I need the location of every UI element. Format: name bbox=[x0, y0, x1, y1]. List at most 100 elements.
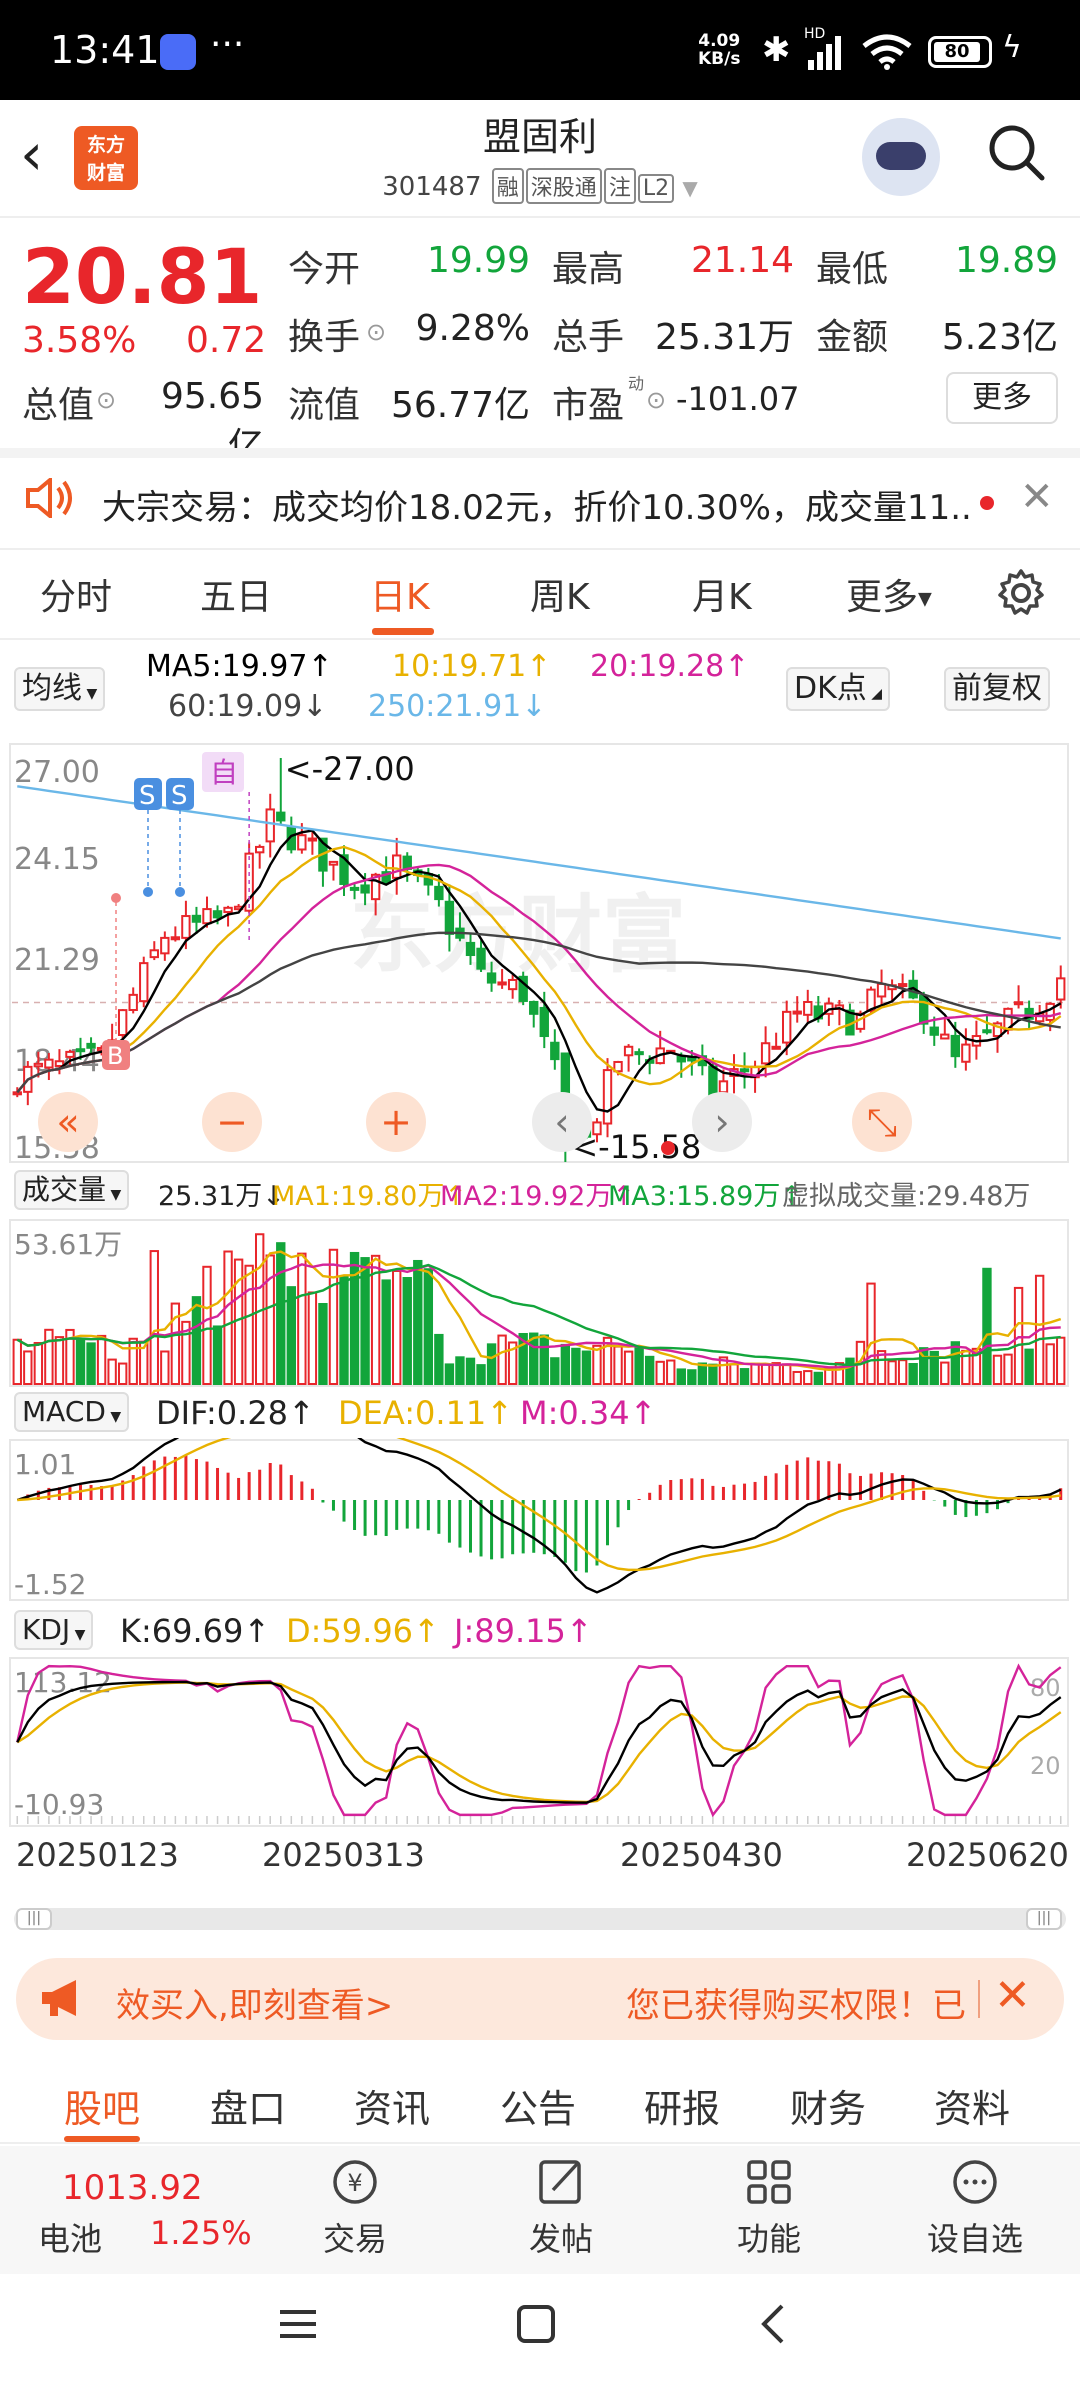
chart-scrollbar[interactable]: ||| ||| bbox=[14, 1908, 1066, 1930]
menu-icon[interactable] bbox=[276, 2304, 320, 2344]
macd-selector[interactable]: MACD ▼ bbox=[14, 1392, 130, 1432]
search-icon[interactable] bbox=[986, 122, 1046, 182]
tab-more[interactable]: 更多▼ bbox=[846, 568, 932, 620]
candle bbox=[328, 860, 339, 866]
candle bbox=[950, 1034, 961, 1058]
ma5-value: MA5:19.97↑ bbox=[146, 649, 333, 684]
candle bbox=[223, 906, 233, 914]
volume-bar bbox=[750, 1362, 760, 1385]
buy-badge-text: B bbox=[107, 1042, 123, 1070]
volume-bar bbox=[687, 1369, 697, 1385]
volume-bar bbox=[1013, 1286, 1024, 1385]
info-icon[interactable]: ⊙ bbox=[96, 386, 116, 414]
status-bar: 13:41 ··· 4.09 KB/s ✱ HD 80 ϟ bbox=[0, 0, 1080, 100]
zoom-prev-icon[interactable]: « bbox=[38, 1092, 98, 1152]
macd-chart[interactable]: 1.01 -1.52 bbox=[0, 1438, 1080, 1602]
notice-text: 大宗交易：成交均价18.02元，折价10.30%，成交量11.. bbox=[102, 488, 972, 528]
volume-bar bbox=[117, 1362, 128, 1386]
candle bbox=[465, 941, 476, 957]
next-icon[interactable]: › bbox=[692, 1092, 752, 1152]
tab-forum[interactable]: 股吧 bbox=[64, 2078, 140, 2133]
zoom-out-icon[interactable]: − bbox=[202, 1092, 262, 1152]
prev-icon[interactable]: ‹ bbox=[532, 1092, 592, 1152]
kdj-canvas[interactable]: 113.12-10.938020 bbox=[0, 1656, 1080, 1828]
candle bbox=[497, 981, 507, 986]
badge-dot bbox=[175, 887, 185, 897]
volume-bar bbox=[655, 1360, 665, 1385]
kdj-d: D:59.96↑ bbox=[286, 1612, 440, 1650]
post-button[interactable]: 发帖 bbox=[496, 2156, 626, 2260]
candle bbox=[434, 885, 444, 901]
tab-announcements[interactable]: 公告 bbox=[500, 2078, 576, 2133]
volume-canvas[interactable]: 53.61万 bbox=[0, 1218, 1080, 1388]
scroll-handle-right[interactable]: ||| bbox=[1026, 1908, 1062, 1930]
period-tabs: 分时 五日 日K 周K 月K 更多▼ bbox=[0, 548, 1080, 640]
adjust-selector[interactable]: 前复权 bbox=[944, 667, 1050, 711]
more-quote-button[interactable]: 更多 bbox=[946, 372, 1058, 424]
app-notification-icon bbox=[160, 34, 196, 70]
volume-bar bbox=[465, 1357, 476, 1386]
trade-button[interactable]: ¥ 交易 bbox=[290, 2156, 420, 2260]
promo-banner[interactable]: 效买入,即刻查看> 您已获得购买权限！已 ✕ bbox=[16, 1958, 1064, 2040]
scroll-handle-left[interactable]: ||| bbox=[16, 1908, 52, 1930]
candle bbox=[539, 1006, 549, 1038]
svg-text:−: − bbox=[216, 1100, 248, 1144]
candle bbox=[897, 983, 908, 988]
volume-bar bbox=[434, 1333, 444, 1385]
tab-profile[interactable]: 资料 bbox=[934, 2078, 1010, 2133]
info-icon[interactable]: ⊙ bbox=[366, 318, 386, 346]
date-label: 20250123 bbox=[16, 1836, 179, 1874]
candle bbox=[149, 949, 159, 959]
back-nav-icon[interactable] bbox=[752, 2304, 796, 2344]
close-icon[interactable]: ✕ bbox=[994, 1970, 1031, 2021]
tab-weekly-k[interactable]: 周K bbox=[530, 568, 590, 620]
tab-news[interactable]: 资讯 bbox=[354, 2078, 430, 2133]
volume-bar bbox=[887, 1360, 897, 1386]
volume-value: 25.31万 bbox=[654, 317, 794, 358]
info-icon[interactable]: ⊙ bbox=[646, 386, 666, 414]
tab-financials[interactable]: 财务 bbox=[790, 2078, 866, 2133]
volume-bar bbox=[992, 1354, 1003, 1386]
tab-research[interactable]: 研报 bbox=[644, 2078, 720, 2133]
candle bbox=[75, 1048, 86, 1053]
kdj-chart[interactable]: 113.12 -10.93 80 20 bbox=[0, 1656, 1080, 1828]
volume-bar bbox=[223, 1250, 233, 1386]
candle bbox=[634, 1051, 644, 1056]
tag-margin: 融 bbox=[491, 168, 524, 204]
ma-selector[interactable]: 均线 ▼ bbox=[14, 667, 106, 711]
candle bbox=[929, 1026, 939, 1036]
volume-selector[interactable]: 成交量 ▼ bbox=[14, 1170, 130, 1210]
svg-text:«: « bbox=[56, 1100, 79, 1144]
high-value: 21.14 bbox=[690, 240, 794, 281]
tab-monthly-k[interactable]: 月K bbox=[692, 568, 752, 620]
kline-chart[interactable]: 27.0024.1521.2918.4415.58东方财富<-27.00自<-1… bbox=[0, 742, 1080, 1164]
open-label: 今开 bbox=[288, 249, 361, 290]
functions-button[interactable]: 功能 bbox=[704, 2156, 834, 2260]
home-icon[interactable] bbox=[514, 2304, 558, 2344]
volume-chart[interactable]: 53.61万 bbox=[0, 1218, 1080, 1388]
date-label: 20250430 bbox=[620, 1836, 783, 1874]
tab-five-day[interactable]: 五日 bbox=[200, 568, 272, 620]
ai-assistant-icon[interactable] bbox=[862, 118, 940, 196]
zoom-in-icon[interactable]: + bbox=[366, 1092, 426, 1152]
caret-icon: ◢ bbox=[866, 686, 882, 702]
signal-icon bbox=[808, 36, 841, 70]
kdj-20-label: 20 bbox=[1030, 1752, 1061, 1780]
add-watchlist-button[interactable]: 设自选 bbox=[910, 2156, 1040, 2260]
tab-orderbook[interactable]: 盘口 bbox=[210, 2078, 286, 2133]
volume-bar bbox=[729, 1363, 739, 1385]
volume-bar bbox=[244, 1264, 254, 1385]
volume-bar bbox=[782, 1363, 792, 1385]
gear-icon[interactable] bbox=[996, 568, 1046, 618]
dk-point-selector[interactable]: DK点 ◢ bbox=[786, 667, 890, 711]
tab-intraday[interactable]: 分时 bbox=[40, 568, 112, 620]
close-icon[interactable]: ✕ bbox=[1020, 474, 1054, 520]
charging-icon: ϟ bbox=[1002, 30, 1022, 65]
volume-value: 25.31万↓ bbox=[158, 1181, 285, 1212]
kline-canvas[interactable]: 27.0024.1521.2918.4415.58东方财富<-27.00自<-1… bbox=[0, 742, 1080, 1164]
block-trade-notice[interactable]: 大宗交易：成交均价18.02元，折价10.30%，成交量11.. ✕ bbox=[0, 448, 1080, 540]
macd-canvas[interactable]: 1.01 -1.52 bbox=[0, 1438, 1080, 1602]
tab-daily-k[interactable]: 日K bbox=[370, 568, 430, 620]
fullscreen-icon[interactable]: ⤡ bbox=[852, 1092, 912, 1152]
kdj-selector[interactable]: KDJ ▼ bbox=[14, 1610, 94, 1650]
